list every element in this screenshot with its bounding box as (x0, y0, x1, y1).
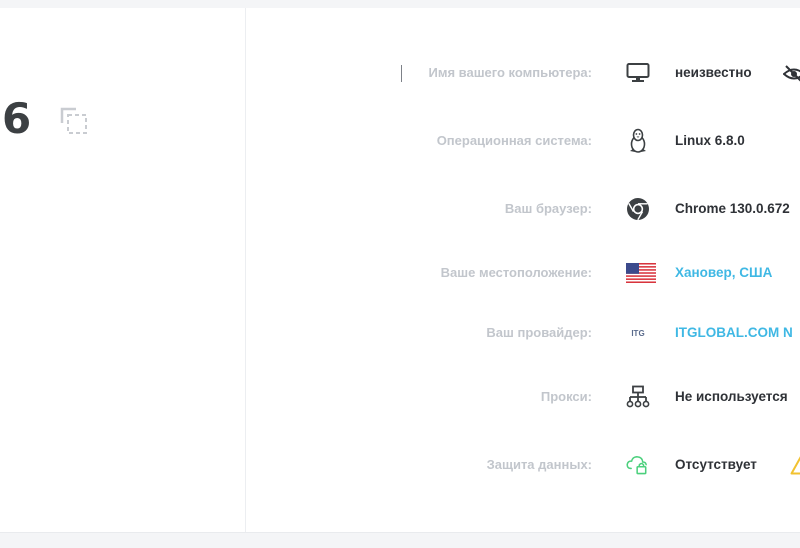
info-row-proxy: Прокси: Не используется (246, 377, 800, 417)
proxy-label: Прокси: (540, 389, 592, 404)
chrome-icon (626, 197, 650, 221)
eye-slash-icon[interactable] (782, 63, 800, 85)
warning-icon (790, 455, 800, 475)
browser-label: Ваш браузер: (504, 201, 592, 216)
text-cursor (401, 65, 402, 82)
us-flag-icon (626, 261, 656, 285)
computer-name-label: Имя вашего компьютера: (428, 65, 592, 80)
data-protection-label: Защита данных: (486, 457, 592, 472)
data-protection-value: Отсутствует (675, 457, 757, 472)
copy-icon[interactable] (59, 106, 89, 136)
info-row-data-protection: Защита данных: Отсутствует (246, 445, 800, 485)
provider-label: Ваш провайдер: (486, 325, 592, 340)
info-row-os: Операционная система: Linux 6.8.0 (246, 121, 800, 161)
itg-logo-icon: ITG (631, 328, 645, 338)
info-row-computer-name: Имя вашего компьютера: неизвестно (246, 53, 800, 93)
location-link[interactable]: Хановер, США (675, 253, 772, 293)
info-row-location: Ваше местоположение: Хановер, США (246, 253, 800, 293)
os-label: Операционная система: (436, 133, 592, 148)
info-row-provider: Ваш провайдер: ITG ITGLOBAL.COM N (246, 313, 800, 353)
bottom-bar (0, 532, 800, 548)
info-row-browser: Ваш браузер: Chrome 130.0.672 (246, 189, 800, 229)
os-value: Linux 6.8.0 (675, 133, 745, 148)
computer-name-value: неизвестно (675, 65, 752, 80)
network-icon (626, 385, 650, 409)
browser-value: Chrome 130.0.672 (675, 201, 790, 216)
cloud-lock-icon (626, 453, 650, 477)
proxy-value: Не используется (675, 389, 788, 404)
monitor-icon (626, 61, 650, 85)
provider-link[interactable]: ITGLOBAL.COM N (675, 313, 793, 353)
linux-tux-icon (626, 128, 650, 153)
ip-address-fragment: 6 (2, 94, 32, 143)
location-label: Ваше местоположение: (440, 265, 592, 280)
